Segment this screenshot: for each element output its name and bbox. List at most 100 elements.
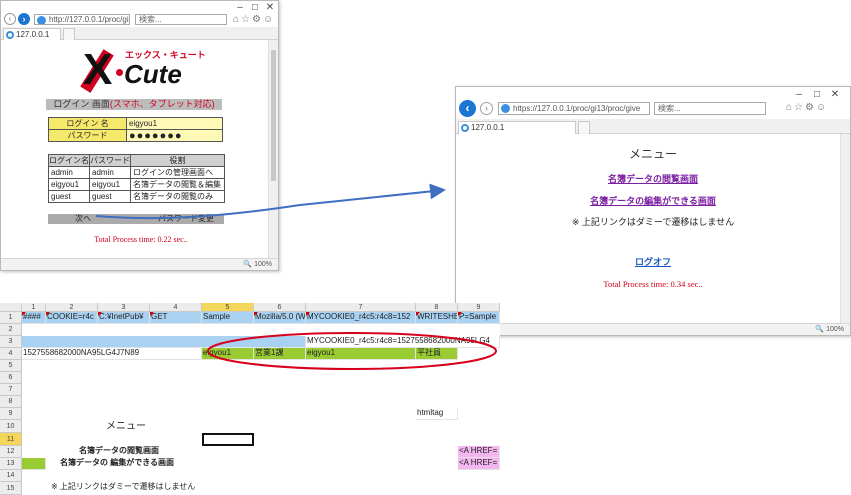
logo-cute: Cute bbox=[124, 59, 182, 89]
row-header[interactable]: 12 bbox=[0, 446, 22, 458]
cell[interactable]: Mozilla/5.0 (W bbox=[254, 312, 306, 324]
col-header[interactable]: 3 bbox=[98, 303, 150, 312]
spreadsheet: 1 2 3 4 5 6 7 8 9 1 2 3 4 5 6 7 8 9 10 1… bbox=[0, 303, 500, 495]
row-header[interactable]: 11 bbox=[0, 433, 22, 446]
login-input[interactable]: eigyou1 bbox=[126, 117, 223, 130]
logo-x: X bbox=[83, 45, 113, 94]
process-time: Total Process time: 0.34 sec.. bbox=[603, 279, 703, 289]
cell[interactable]: 名簿データの 編集ができる画面 bbox=[46, 458, 254, 470]
change-password-button[interactable]: パスワード変更 bbox=[148, 214, 224, 224]
login-label: ログイン 名 bbox=[48, 117, 127, 130]
col-header[interactable]: 8 bbox=[416, 303, 458, 312]
browser-tab[interactable]: 127.0.0.1 bbox=[458, 121, 576, 134]
cell[interactable]: MYCOOKIE0_r4c5:r4c8=1527558682000NA95LG4 bbox=[306, 336, 500, 348]
scroll-thumb[interactable] bbox=[271, 50, 276, 181]
cell[interactable]: WRITESHE bbox=[416, 312, 458, 324]
cell-login: eigyou1 bbox=[48, 178, 90, 191]
row-header[interactable]: 5 bbox=[0, 360, 22, 372]
status-bar: 🔍 100% bbox=[456, 323, 850, 335]
forward-button[interactable]: › bbox=[480, 102, 493, 115]
cell[interactable]: 平社員 bbox=[416, 348, 458, 360]
cell[interactable]: Sample bbox=[202, 312, 254, 324]
cell[interactable]: メニュー bbox=[98, 420, 202, 433]
col-header[interactable]: 2 bbox=[46, 303, 98, 312]
new-tab-button[interactable] bbox=[63, 28, 75, 40]
cell[interactable] bbox=[22, 458, 46, 470]
back-button[interactable]: ‹ bbox=[459, 100, 476, 117]
link-edit-roster[interactable]: 名簿データの編集ができる画面 bbox=[456, 194, 850, 207]
col-header[interactable]: 9 bbox=[458, 303, 500, 312]
header-login: ログイン名 bbox=[48, 154, 90, 167]
cell[interactable]: <A HREF= bbox=[458, 458, 500, 470]
row-header[interactable]: 1 bbox=[0, 312, 22, 324]
cell[interactable]: ※ 上記リンクはダミーで遷移はしません bbox=[46, 482, 254, 495]
cell[interactable]: 1527558682000NA95LG4J7N89 bbox=[22, 348, 202, 360]
toolbar-icons[interactable]: ⌂☆⚙☺ bbox=[233, 14, 275, 25]
col-header[interactable]: 4 bbox=[150, 303, 202, 312]
user-table: ログイン名 パスワード 役割 admin admin ログインの管理画面へ ei… bbox=[48, 154, 225, 203]
vertical-scrollbar[interactable] bbox=[268, 40, 278, 258]
cell[interactable]: MYCOOKIE0_r4c5:r4c8=152 bbox=[306, 312, 416, 324]
cell[interactable]: <A HREF= bbox=[458, 446, 500, 458]
cell[interactable]: 営業1課 bbox=[254, 348, 306, 360]
header-password: パスワード bbox=[89, 154, 131, 167]
address-text: https://127.0.0.1/proc/gi13/proc/give bbox=[513, 104, 641, 113]
cell[interactable]: 名簿データの閲覧画面 bbox=[46, 446, 254, 458]
zoom-level[interactable]: 🔍 100% bbox=[243, 260, 272, 268]
active-cell[interactable] bbox=[202, 433, 254, 446]
address-bar[interactable]: http://127.0.0.1/proc/gi13/ bbox=[34, 14, 130, 25]
cell-role: 名簿データの閲覧のみ bbox=[130, 190, 225, 203]
tab-title: 127.0.0.1 bbox=[471, 123, 505, 132]
row-header[interactable]: 7 bbox=[0, 384, 22, 396]
row-header[interactable]: 15 bbox=[0, 482, 22, 495]
row-header[interactable]: 13 bbox=[0, 458, 22, 470]
row-header[interactable]: 2 bbox=[0, 324, 22, 336]
cell[interactable]: P=Sample bbox=[458, 312, 500, 324]
row-header[interactable]: 8 bbox=[0, 396, 22, 408]
cell[interactable]: eigyou1 bbox=[202, 348, 254, 360]
col-header[interactable]: 1 bbox=[22, 303, 46, 312]
col-header[interactable]: 6 bbox=[254, 303, 306, 312]
row-header[interactable]: 6 bbox=[0, 372, 22, 384]
col-header[interactable]: 7 bbox=[306, 303, 416, 312]
cell[interactable]: COOKIE=r4c bbox=[46, 312, 98, 324]
search-input[interactable]: 検索... bbox=[654, 102, 766, 115]
logo-kana: エックス・キュート bbox=[125, 50, 206, 60]
next-button[interactable]: 次へ bbox=[48, 214, 118, 224]
cell[interactable]: eigyou1 bbox=[306, 348, 416, 360]
search-input[interactable]: 検索... bbox=[135, 14, 227, 25]
cell-password: admin bbox=[89, 166, 131, 179]
address-bar[interactable]: https://127.0.0.1/proc/gi13/proc/give bbox=[498, 102, 650, 115]
back-button[interactable]: ‹ bbox=[4, 13, 16, 25]
cell[interactable]: C:¥InetPub¥ bbox=[98, 312, 150, 324]
cell[interactable]: htmltag bbox=[416, 408, 458, 420]
toolbar-icons[interactable]: ⌂☆⚙☺ bbox=[786, 102, 828, 113]
tab-title: 127.0.0.1 bbox=[16, 30, 50, 39]
row-header[interactable]: 10 bbox=[0, 420, 22, 433]
login-title-note: (スマホ、タブレット対応) bbox=[109, 99, 215, 109]
new-tab-button[interactable] bbox=[578, 121, 590, 134]
row-header[interactable]: 4 bbox=[0, 348, 22, 360]
corner-cell[interactable] bbox=[0, 303, 22, 312]
process-time: Total Process time: 0.22 sec.. bbox=[94, 235, 188, 244]
col-header[interactable]: 5 bbox=[202, 303, 254, 312]
zoom-text: 100% bbox=[826, 326, 844, 333]
row-header[interactable]: 9 bbox=[0, 408, 22, 420]
cell-role: ログインの管理画面へ bbox=[130, 166, 225, 179]
password-input[interactable]: ●●●●●●● bbox=[126, 129, 223, 142]
globe-icon bbox=[501, 104, 510, 113]
cell[interactable] bbox=[22, 336, 306, 348]
row-header[interactable]: 14 bbox=[0, 470, 22, 482]
cell[interactable]: #### bbox=[22, 312, 46, 324]
forward-button[interactable]: › bbox=[18, 13, 30, 25]
logoff-link[interactable]: ログオフ bbox=[456, 255, 850, 268]
zoom-level[interactable]: 🔍 100% bbox=[815, 325, 844, 333]
link-view-roster[interactable]: 名簿データの閲覧画面 bbox=[456, 172, 850, 185]
vertical-scrollbar[interactable] bbox=[840, 134, 850, 323]
login-form: ログイン 名 eigyou1 パスワード ●●●●●●● bbox=[48, 117, 223, 142]
browser-tab[interactable]: 127.0.0.1 bbox=[3, 28, 61, 40]
address-row: ‹ › https://127.0.0.1/proc/gi13/proc/giv… bbox=[456, 97, 850, 119]
cell-password: eigyou1 bbox=[89, 178, 131, 191]
row-header[interactable]: 3 bbox=[0, 336, 22, 348]
cell[interactable]: GET bbox=[150, 312, 202, 324]
